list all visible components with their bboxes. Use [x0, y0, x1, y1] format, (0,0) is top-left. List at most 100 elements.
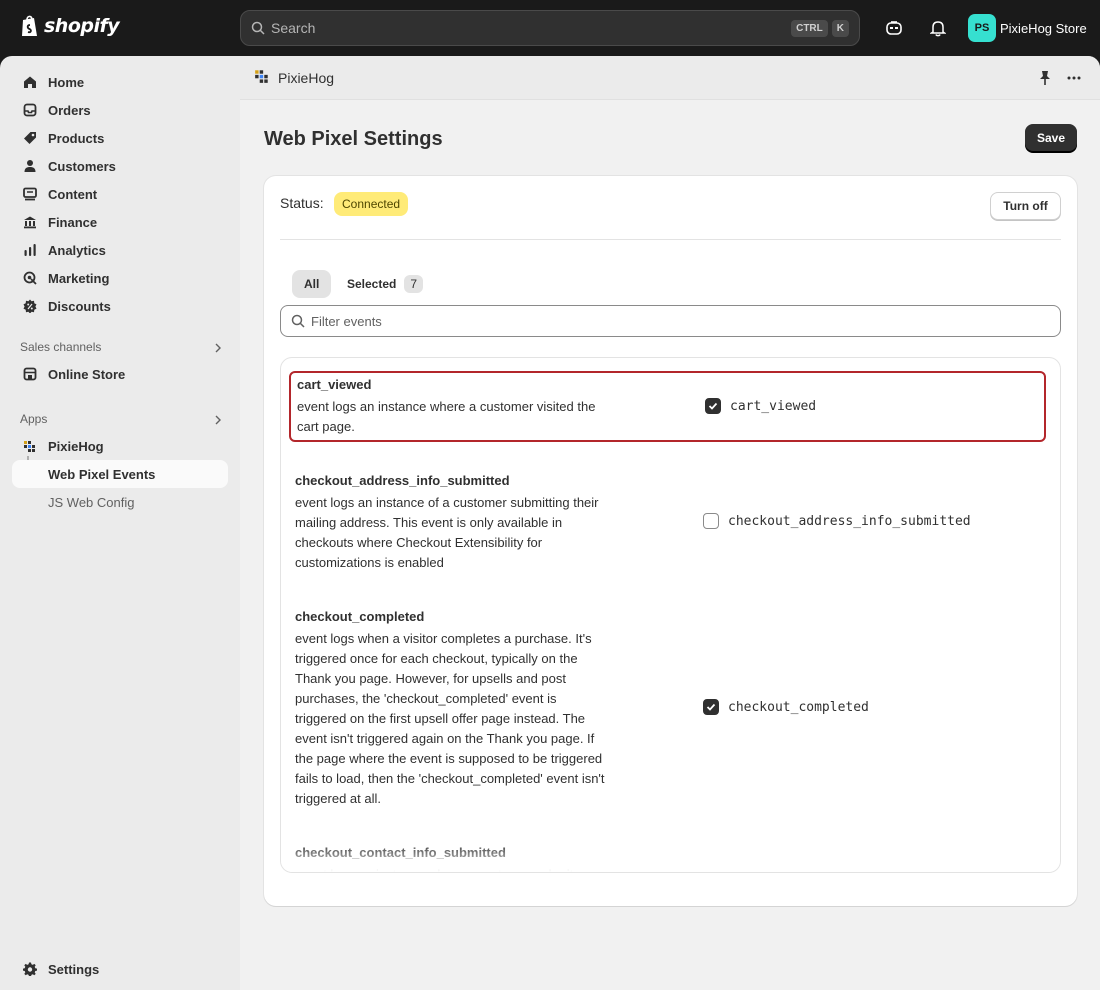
description-line: event logs an instance where a customer …	[297, 399, 596, 414]
sidebar-item-content[interactable]: Content	[12, 180, 228, 208]
search-icon	[291, 314, 305, 328]
chevron-right-icon[interactable]	[212, 342, 224, 354]
tab-all[interactable]: All	[292, 270, 332, 298]
event-description: event logs when a visitor completes a pu…	[295, 629, 645, 809]
sidebar-item-orders[interactable]: Orders	[12, 96, 228, 124]
save-button[interactable]: Save	[1025, 124, 1077, 152]
selected-count-badge: 7	[404, 275, 424, 293]
checkbox-checked[interactable]	[703, 699, 719, 715]
sidebar-item-js-web-config[interactable]: JS Web Config	[12, 488, 228, 516]
sidebar-item-discounts[interactable]: Discounts	[12, 292, 228, 320]
filter-events-input[interactable]: Filter events	[280, 305, 1061, 337]
sidebar-item-online-store[interactable]: Online Store	[12, 360, 228, 388]
event-checkbox[interactable]: checkout_address_info_submitted	[703, 513, 971, 529]
sidebar-item-label: PixieHog	[48, 438, 104, 454]
event-name: checkout_address_info_submitted	[295, 473, 510, 488]
description-line: mailing address. This event is only avai…	[295, 515, 563, 530]
description-line: event logs when a visitor completes a pu…	[295, 631, 592, 646]
gear-icon	[22, 961, 38, 977]
sidebar-item-label: Discounts	[48, 298, 111, 314]
description-line: triggered on the first upsell offer page…	[295, 711, 586, 726]
tab-label: All	[304, 277, 320, 291]
sidebar-item-label: Online Store	[48, 366, 126, 382]
checkbox-label: cart_viewed	[730, 398, 817, 414]
description-line: event logs an instance of a customer sub…	[295, 495, 599, 510]
finance-icon	[22, 214, 38, 230]
discounts-icon	[22, 298, 38, 314]
checkmark-icon	[706, 703, 716, 711]
top-bar: shopify Search CTRL K PS PixieHog Store	[0, 0, 1100, 56]
search-input[interactable]: Search CTRL K	[240, 10, 860, 46]
search-placeholder: Search	[271, 20, 316, 36]
description-line: cart page.	[297, 419, 355, 434]
store-icon	[22, 366, 38, 382]
sales-channels-label[interactable]: Sales channels	[20, 340, 101, 354]
pin-icon[interactable]	[1038, 70, 1052, 89]
description-line: event isn't triggered again on the Thank…	[295, 731, 595, 746]
event-checkbox[interactable]: checkout_completed	[703, 699, 869, 715]
sidebar-item-label: Settings	[48, 961, 100, 977]
checkbox-label: checkout_completed	[728, 699, 869, 715]
search-icon	[251, 21, 265, 35]
sidebar-item-analytics[interactable]: Analytics	[12, 236, 228, 264]
checkbox-unchecked[interactable]	[703, 513, 719, 529]
sidebar-item-marketing[interactable]: Marketing	[12, 264, 228, 292]
events-list: cart_viewed event logs an instance where…	[280, 357, 1061, 873]
store-name: PixieHog Store	[1000, 20, 1087, 36]
products-icon	[22, 130, 38, 146]
list-item: checkout_address_info_submitted event lo…	[289, 469, 1046, 570]
checkmark-icon	[708, 402, 718, 410]
sidebar-item-label: Marketing	[48, 270, 110, 286]
shopify-logo[interactable]: shopify	[20, 14, 120, 38]
bell-icon[interactable]	[928, 18, 948, 38]
page-title: Web Pixel Settings	[264, 128, 443, 150]
shortcut-key-k: K	[831, 19, 849, 37]
tab-selected[interactable]: Selected 7	[335, 270, 435, 298]
apps-label[interactable]: Apps	[20, 412, 47, 426]
description-line: the page where the event is supposed to …	[295, 751, 603, 766]
sidebar-item-label: Analytics	[48, 242, 106, 258]
analytics-icon	[22, 242, 38, 258]
checkbox-checked[interactable]	[705, 398, 721, 414]
sidebar-item-web-pixel-events[interactable]: Web Pixel Events	[12, 460, 228, 488]
shopify-bag-icon	[22, 15, 37, 36]
list-item: checkout_completed event logs when a vis…	[289, 605, 1046, 806]
content-icon	[22, 186, 38, 202]
app-header-title: PixieHog	[278, 69, 335, 86]
event-name: checkout_completed	[295, 609, 425, 624]
event-description: event logs an instance of a customer sub…	[295, 493, 645, 573]
sidebar-item-finance[interactable]: Finance	[12, 208, 228, 236]
description-line: customizations is enabled	[295, 555, 444, 570]
status-badge: Connected	[334, 192, 409, 216]
turn-off-button[interactable]: Turn off	[990, 192, 1061, 220]
app-header: PixieHog	[240, 56, 1100, 100]
description-line: checkouts where Checkout Extensibility f…	[295, 535, 543, 550]
sidebar-item-pixiehog[interactable]: PixieHog	[12, 432, 228, 460]
sidebar-item-products[interactable]: Products	[12, 124, 228, 152]
scroll-fade	[281, 842, 1060, 872]
event-checkbox[interactable]: cart_viewed	[705, 398, 816, 414]
store-menu[interactable]: PS PixieHog Store	[968, 14, 1087, 42]
divider	[280, 239, 1061, 240]
sidebar-item-label: Finance	[48, 214, 98, 230]
assistant-icon[interactable]	[884, 18, 904, 38]
sidebar-item-label: Content	[48, 186, 98, 202]
event-name: cart_viewed	[297, 377, 372, 392]
description-line: purchases, the 'checkout_completed' even…	[295, 691, 557, 706]
description-line: triggered at all.	[295, 791, 381, 806]
pixiehog-app-icon	[254, 68, 270, 87]
marketing-icon	[22, 270, 38, 286]
sidebar-item-customers[interactable]: Customers	[12, 152, 228, 180]
sidebar-item-settings[interactable]: Settings	[12, 955, 228, 983]
main-content: PixieHog Web Pixel Settings Save Status:…	[240, 56, 1100, 990]
status-label: Status:	[280, 195, 324, 211]
sidebar-item-home[interactable]: Home	[12, 68, 228, 96]
tab-label: Selected	[347, 277, 397, 291]
customers-icon	[22, 158, 38, 174]
chevron-right-icon[interactable]	[212, 414, 224, 426]
home-icon	[22, 74, 38, 90]
more-options-icon[interactable]	[1066, 70, 1082, 89]
settings-card: Status: Connected Turn off All Selected …	[264, 176, 1077, 906]
avatar: PS	[968, 14, 996, 42]
sidebar-item-label: Orders	[48, 102, 91, 118]
